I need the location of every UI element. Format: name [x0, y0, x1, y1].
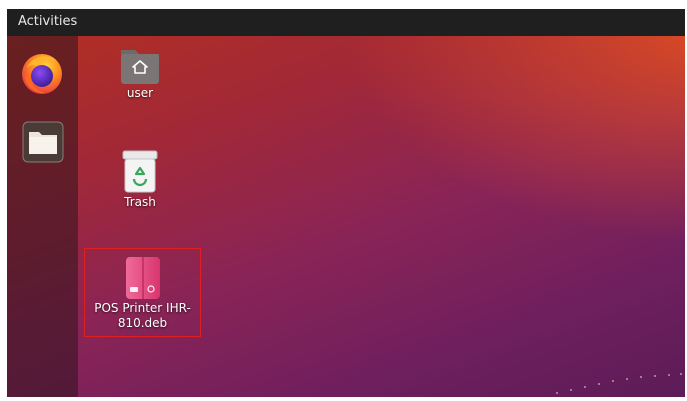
desktop-item-deb-package[interactable]: POS Printer IHR- 810.deb [84, 248, 201, 337]
firefox-launcher[interactable] [19, 50, 65, 96]
desktop-screen: Activities user Trash POS Printer IHR- 8… [7, 9, 685, 397]
wallpaper-dots-decoration [556, 373, 682, 394]
desktop-item-label-line1: POS Printer IHR- [94, 301, 191, 315]
desktop-item-trash[interactable]: Trash [105, 149, 175, 210]
deb-package-icon [125, 257, 160, 299]
files-launcher[interactable] [21, 120, 65, 164]
activities-button[interactable]: Activities [18, 14, 77, 30]
home-folder-icon [121, 50, 159, 84]
folder-icon [22, 121, 64, 163]
desktop-item-label-line2: 810.deb [117, 316, 168, 330]
dock [7, 36, 78, 397]
desktop-item-label: user [126, 86, 154, 100]
top-bar: Activities [7, 9, 685, 36]
trash-icon [122, 150, 158, 193]
desktop-item-label: Trash [124, 195, 156, 209]
firefox-icon [22, 54, 62, 94]
desktop-item-user[interactable]: user [105, 44, 175, 101]
